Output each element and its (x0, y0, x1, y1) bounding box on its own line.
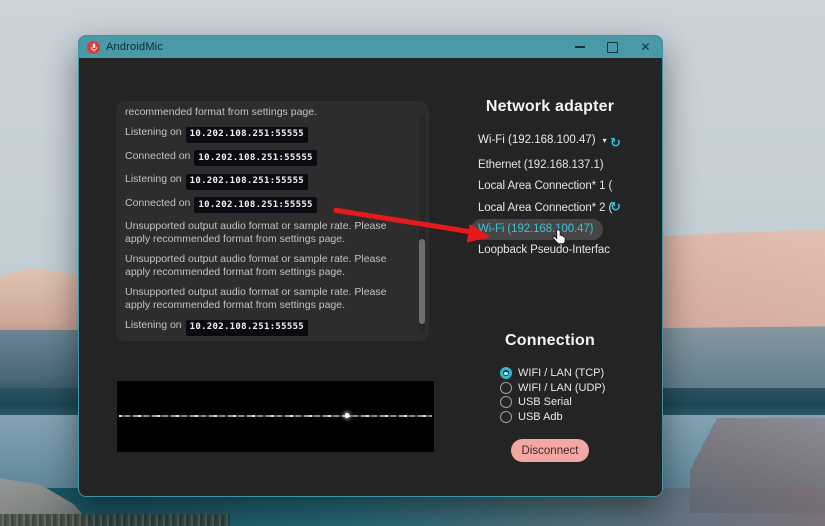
adapter-item-local-area-connection-1[interactable]: Local Area Connection* 1 ( (471, 176, 676, 198)
wallpaper-reflection (690, 418, 825, 513)
address-chip: 10.202.108.251:55555 (186, 127, 308, 143)
log-label: Listening on (125, 126, 182, 138)
log-label: Connected on (125, 150, 190, 162)
log-scrollbar[interactable] (419, 114, 425, 333)
log-entry: Listening on 10.202.108.251:55555 (125, 173, 405, 190)
minimize-icon (575, 46, 585, 48)
address-chip: 10.202.108.251:55555 (186, 174, 308, 190)
desktop: AndroidMic ✕ recommended format from set… (0, 0, 825, 526)
maximize-icon (607, 42, 618, 53)
adapter-item-wi-fi-192-168-100-47[interactable]: Wi-Fi (192.168.100.47) (471, 219, 603, 240)
adapter-selected-label: Wi-Fi (192.168.100.47) (478, 134, 596, 146)
log-entries: recommended format from settings page. Li… (125, 106, 405, 341)
log-entry: recommended format from settings page. (125, 106, 405, 119)
titlebar[interactable]: AndroidMic ✕ (79, 36, 662, 58)
adapter-list: Ethernet (192.168.137.1) Local Area Conne… (471, 154, 676, 261)
address-chip: 10.202.108.251:55555 (186, 320, 308, 336)
adapter-item-label: Local Area Connection* 1 ( (478, 180, 612, 192)
waveform-peak (345, 413, 349, 418)
adapter-item-label: Loopback Pseudo-Interfac (478, 244, 610, 256)
log-panel: recommended format from settings page. Li… (116, 101, 429, 341)
radio-label: WIFI / LAN (UDP) (518, 382, 605, 394)
chevron-down-icon: ▾ (603, 136, 607, 145)
androidmic-window: AndroidMic ✕ recommended format from set… (78, 35, 663, 497)
radio-icon[interactable] (500, 411, 512, 423)
log-label: Listening on (125, 319, 182, 331)
disconnect-button[interactable]: Disconnect (511, 439, 589, 462)
app-mic-icon (87, 41, 100, 54)
log-scrollbar-thumb[interactable] (419, 239, 425, 324)
log-label: Listening on (125, 173, 182, 185)
adapter-item-loopback-pseudo-interfac[interactable]: Loopback Pseudo-Interfac (471, 240, 676, 262)
radio-label: USB Adb (518, 411, 563, 423)
radio-icon[interactable] (500, 382, 512, 394)
log-label: Connected on (125, 197, 190, 209)
radio-option-wifi-lan-tcp[interactable]: WIFI / LAN (TCP) (500, 366, 605, 381)
adapter-item-label: Wi-Fi (192.168.100.47) (478, 223, 593, 235)
log-entry: Unsupported output audio format or sampl… (125, 286, 405, 312)
wallpaper-grass (0, 514, 230, 526)
radio-option-usb-serial[interactable]: USB Serial (500, 395, 605, 410)
radio-label: USB Serial (518, 396, 572, 408)
log-entry: Connected on 10.202.108.251:55555 (125, 197, 405, 214)
radio-icon[interactable] (500, 367, 512, 379)
waveform-display (117, 381, 434, 452)
radio-icon[interactable] (500, 396, 512, 408)
radio-option-wifi-lan-udp[interactable]: WIFI / LAN (UDP) (500, 381, 605, 396)
connection-options: WIFI / LAN (TCP) WIFI / LAN (UDP) USB Seri… (500, 366, 605, 424)
log-entry: Listening on 10.202.108.251:55555 (125, 126, 405, 143)
window-title: AndroidMic (106, 41, 163, 53)
radio-label: WIFI / LAN (TCP) (518, 367, 604, 379)
refresh-icon[interactable]: ↻ (610, 201, 621, 214)
adapter-item-local-area-connection-2[interactable]: Local Area Connection* 2 (↻ (471, 197, 676, 219)
log-entry: Connected on 10.202.108.251:55555 (125, 150, 405, 167)
adapter-dropdown[interactable]: Wi-Fi (192.168.100.47) ▾ (478, 134, 607, 146)
close-icon: ✕ (640, 41, 650, 53)
connection-title: Connection (440, 332, 660, 350)
adapter-item-ethernet-192-168-137-1[interactable]: Ethernet (192.168.137.1) (471, 154, 676, 176)
network-adapter-title: Network adapter (440, 98, 660, 116)
minimize-button[interactable] (563, 36, 596, 58)
adapter-item-label: Local Area Connection* 2 ( (478, 202, 612, 214)
waveform-line (119, 415, 432, 417)
refresh-icon[interactable]: ↻ (610, 137, 621, 150)
address-chip: 10.202.108.251:55555 (194, 150, 316, 166)
radio-option-usb-adb[interactable]: USB Adb (500, 410, 605, 425)
maximize-button[interactable] (596, 36, 629, 58)
log-entry: Unsupported output audio format or sampl… (125, 220, 405, 246)
adapter-item-label: Ethernet (192.168.137.1) (478, 159, 603, 171)
address-chip: 10.202.108.251:55555 (194, 197, 316, 213)
log-entry: Listening on 10.202.108.251:55555 (125, 319, 405, 336)
close-button[interactable]: ✕ (629, 36, 662, 58)
log-entry: Unsupported output audio format or sampl… (125, 253, 405, 279)
